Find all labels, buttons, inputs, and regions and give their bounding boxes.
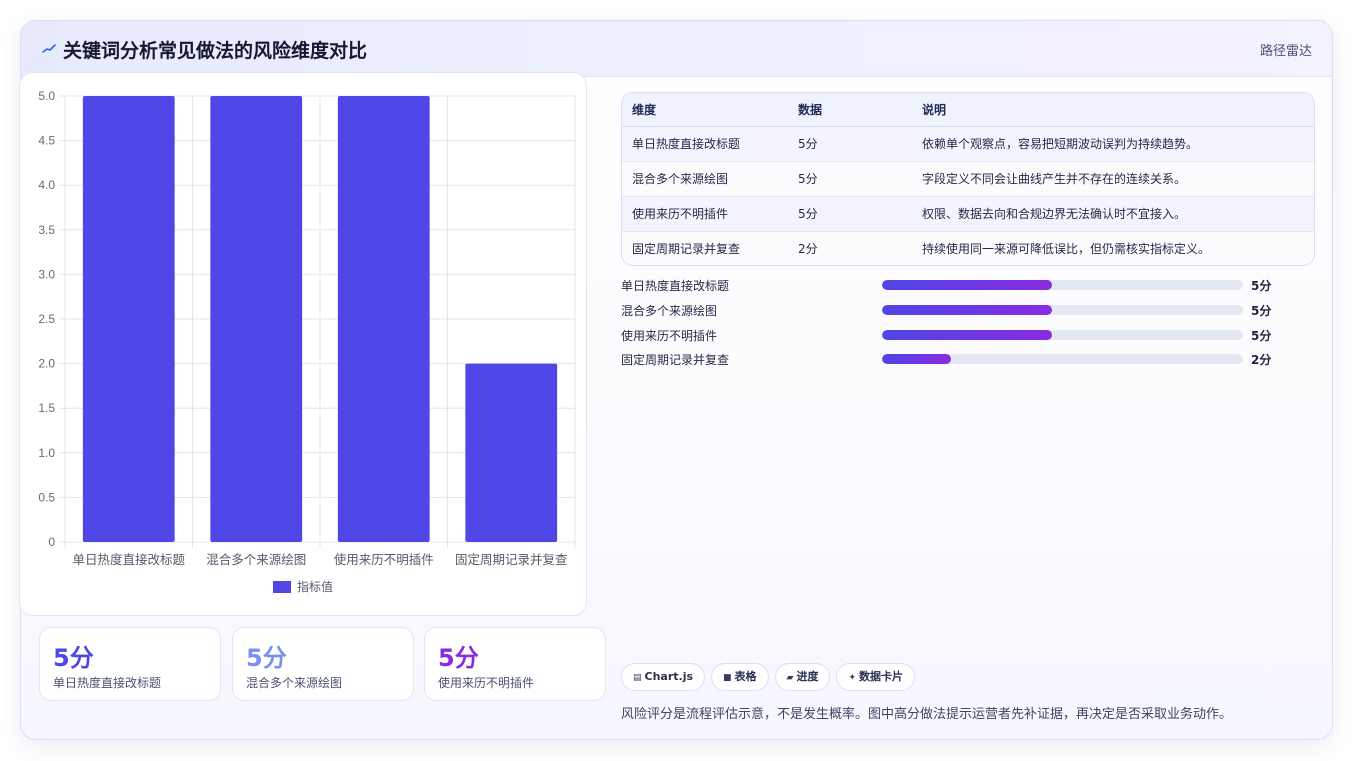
progress-label: 单日热度直接改标题 [621,279,730,293]
progress-track [882,354,1243,364]
sparkle-icon: ✦ [848,673,857,683]
stat-label: 混合多个来源绘图 [246,676,343,690]
progress-track [882,280,1243,290]
progress-label: 使用来历不明插件 [621,329,718,343]
table-row: 单日热度直接改标题 5分 依赖单个观察点，容易把短期波动误判为持续趋势。 [622,126,1314,162]
table-cell: 5分 [788,196,912,232]
stat-value: 5分 [53,644,94,672]
x-tick-label: 单日热度直接改标题 [72,552,185,567]
y-tick-label: 4.0 [38,178,55,192]
y-tick-label: 1.5 [38,401,55,415]
chip-progress[interactable]: ▰ 进度 [774,663,831,691]
y-tick-label: 4.5 [38,134,55,148]
y-tick-label: 0 [48,535,55,549]
progress-fill [882,305,1052,315]
bar-chart: 0 0.5 1.0 1.5 2.0 2.5 3.0 3.5 4.0 4.5 5.0 单日热度直接改标题… [38,89,576,594]
header-bar: 关键词分析常见做法的风险维度对比 路径雷达 [21,21,1332,77]
bar-chart-panel: 0 0.5 1.0 1.5 2.0 2.5 3.0 3.5 4.0 4.5 5.0 单日热度直接改标题… [19,72,587,616]
progress-row: 单日热度直接改标题 5分 [621,275,1321,295]
bar [465,363,558,542]
table-cell: 5分 [788,161,912,197]
table-header-row: 维度 数据 说明 [622,93,1314,127]
table-row: 混合多个来源绘图 5分 字段定义不同会让曲线产生并不存在的连续关系。 [622,161,1314,197]
table-cell: 字段定义不同会让曲线产生并不存在的连续关系。 [912,161,1314,197]
x-tick-label: 固定周期记录并复查 [455,552,568,567]
y-tick-label: 1.0 [38,446,55,460]
stat-card: 5分 单日热度直接改标题 [39,627,221,701]
progress-row: 混合多个来源绘图 5分 [621,300,1321,320]
chart-icon: ▤ [633,673,642,683]
stat-label: 使用来历不明插件 [438,676,535,690]
chip-table[interactable]: ■ 表格 [711,663,769,691]
column-header: 说明 [912,93,1314,127]
progress-icon: ▰ [786,673,794,683]
legend-swatch [273,581,291,593]
progress-track [882,305,1243,315]
bar [337,96,430,542]
chip-label: 数据卡片 [859,670,904,683]
chip-label: 表格 [734,670,757,683]
progress-fill [882,354,951,364]
progress-value: 2分 [1251,353,1272,367]
bar [210,96,303,542]
table-cell: 持续使用同一来源可降低误比，但仍需核实指标定义。 [912,231,1314,265]
feature-chips: ▤ Chart.js ■ 表格 ▰ 进度 ✦ 数据卡片 [621,663,921,691]
table-row: 固定周期记录并复查 2分 持续使用同一来源可降低误比，但仍需核实指标定义。 [622,231,1314,265]
y-tick-label: 3.0 [38,267,55,281]
table-cell: 混合多个来源绘图 [622,161,788,197]
data-table: 维度 数据 说明 单日热度直接改标题 5分 依赖单个观察点，容易把短期波动误判为… [621,92,1315,266]
chip-chartjs[interactable]: ▤ Chart.js [621,663,706,691]
trend-line-icon [42,44,56,53]
bar [82,96,175,542]
table-cell: 固定周期记录并复查 [622,231,788,265]
progress-fill [882,330,1052,340]
stat-card: 5分 混合多个来源绘图 [232,627,414,701]
table-cell: 2分 [788,231,912,265]
page-title: 关键词分析常见做法的风险维度对比 [63,40,368,62]
progress-label: 混合多个来源绘图 [621,304,718,318]
progress-value: 5分 [1251,329,1272,343]
y-tick-label: 0.5 [38,490,55,504]
chip-label: Chart.js [644,670,694,683]
progress-label: 固定周期记录并复查 [621,353,730,367]
y-tick-label: 5.0 [38,89,55,103]
y-tick-label: 2.5 [38,312,55,326]
y-tick-label: 3.5 [38,223,55,237]
table-cell: 5分 [788,126,912,162]
table-cell: 权限、数据去向和合规边界无法确认时不宜接入。 [912,196,1314,232]
x-tick-label: 混合多个来源绘图 [206,552,306,567]
table-icon: ■ [723,673,732,683]
column-header: 数据 [788,93,912,127]
legend-label: 指标值 [297,579,333,594]
chip-data-card[interactable]: ✦ 数据卡片 [836,663,916,691]
stat-value: 5分 [438,644,479,672]
progress-value: 5分 [1251,279,1272,293]
x-tick-label: 使用来历不明插件 [334,552,434,567]
table-cell: 依赖单个观察点，容易把短期波动误判为持续趋势。 [912,126,1314,162]
progress-row: 使用来历不明插件 5分 [621,325,1321,345]
column-header: 维度 [622,93,788,127]
chip-label: 进度 [796,670,819,683]
progress-value: 5分 [1251,304,1272,318]
stat-label: 单日热度直接改标题 [53,676,162,690]
footnote: 风险评分是流程评估示意，不是发生概率。图中高分做法提示运营者先补证据，再决定是否… [621,707,1233,722]
stat-card: 5分 使用来历不明插件 [424,627,606,701]
table-cell: 单日热度直接改标题 [622,126,788,162]
progress-fill [882,280,1052,290]
stat-value: 5分 [246,644,287,672]
progress-track [882,330,1243,340]
table-cell: 使用来历不明插件 [622,196,788,232]
header-tag: 路径雷达 [1259,44,1312,59]
table-row: 使用来历不明插件 5分 权限、数据去向和合规边界无法确认时不宜接入。 [622,196,1314,232]
progress-row: 固定周期记录并复查 2分 [621,349,1321,369]
y-tick-label: 2.0 [38,357,55,371]
